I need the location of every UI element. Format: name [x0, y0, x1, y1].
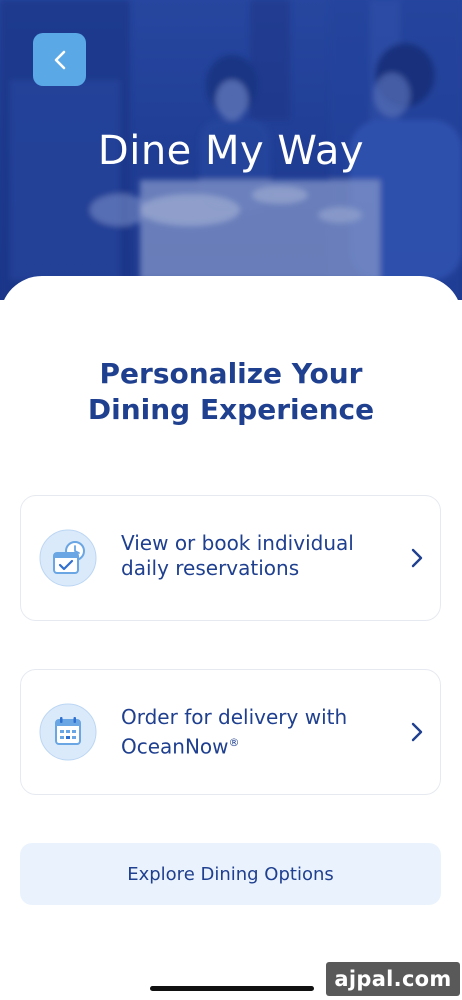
dine-my-way-screen: Dine My Way Personalize Your Dining Expe…	[0, 0, 462, 1000]
chevron-left-icon	[54, 50, 65, 69]
section-heading-line-2: Dining Experience	[87, 393, 375, 426]
reservations-option-line-2: daily reservations	[121, 556, 300, 580]
page-title: Dine My Way	[97, 128, 365, 174]
calendar-check-icon	[39, 529, 97, 587]
content-sheet: Personalize Your Dining Experience View …	[0, 276, 462, 1000]
hero-banner: Dine My Way	[0, 0, 462, 300]
watermark: ajpal.com	[326, 962, 460, 996]
back-button[interactable]	[33, 33, 86, 86]
ocean-now-option-card[interactable]: Order for delivery with OceanNow®	[20, 669, 441, 795]
trademark-symbol: ®	[228, 736, 240, 749]
ocean-now-option-line-2: OceanNow®	[121, 730, 391, 760]
ocean-now-option-line-1: Order for delivery with	[121, 705, 348, 729]
ocean-now-option-label: Order for delivery with OceanNow®	[121, 705, 391, 760]
section-heading: Personalize Your Dining Experience	[0, 356, 462, 428]
calendar-grid-icon	[39, 703, 97, 761]
reservations-option-label: View or book individual daily reservatio…	[121, 531, 391, 581]
reservations-option-card[interactable]: View or book individual daily reservatio…	[20, 495, 441, 621]
chevron-right-icon	[411, 722, 423, 742]
explore-dining-options-button[interactable]: Explore Dining Options	[20, 843, 441, 905]
home-indicator[interactable]	[150, 986, 314, 991]
ocean-now-brand: OceanNow	[121, 734, 229, 759]
chevron-right-icon	[411, 548, 423, 568]
section-heading-line-1: Personalize Your	[99, 357, 363, 390]
reservations-option-line-1: View or book individual	[121, 531, 354, 555]
